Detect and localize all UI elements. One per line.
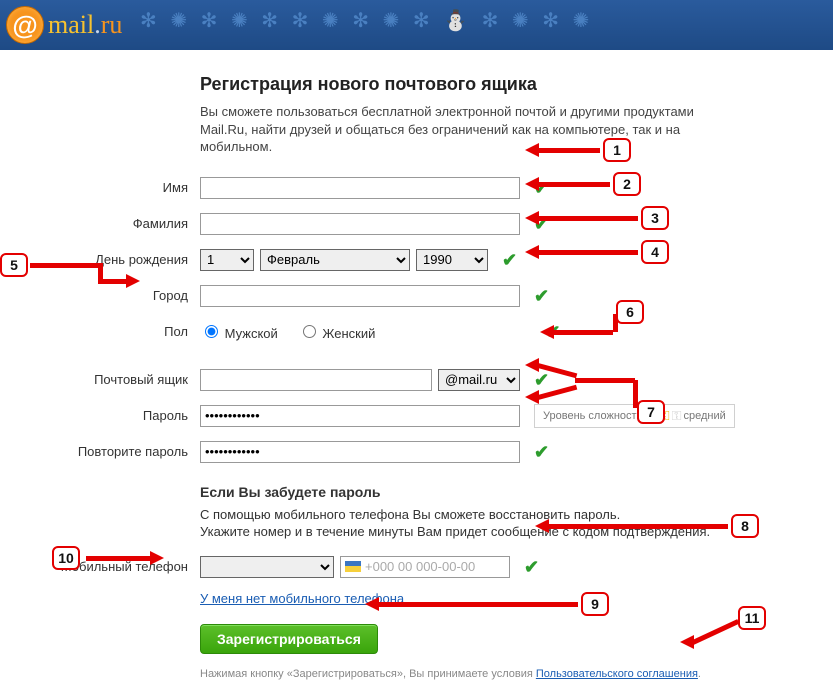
birthday-month-select[interactable]: Февраль: [260, 249, 410, 271]
check-icon: ✔: [534, 443, 549, 461]
check-icon: ✔: [545, 323, 560, 341]
row-birthday: День рождения 1 Февраль 1990 ✔: [30, 248, 803, 272]
page-intro: Вы сможете пользоваться бесплатной элект…: [200, 103, 720, 156]
row-password: Пароль Уровень сложности: ⚿ ⚿ ⚿ средний: [30, 404, 803, 428]
row-phone: Мобильный телефон +000 00 000-00-00 ✔: [30, 555, 803, 579]
agreement-footnote: Нажимая кнопку «Зарегистрироваться», Вы …: [200, 668, 803, 680]
row-city: Город ✔: [30, 284, 803, 308]
gender-female-option[interactable]: Женский: [298, 322, 376, 341]
key-icon: ⚿: [648, 408, 658, 424]
key-icon: ⚿: [660, 408, 670, 424]
at-sign-icon: @: [6, 6, 44, 44]
check-icon: ✔: [534, 179, 549, 197]
check-icon: ✔: [524, 558, 539, 576]
key-icon: ⚿: [672, 408, 682, 424]
mailbox-domain-select[interactable]: @mail.ru: [438, 369, 520, 391]
label-gender: Пол: [30, 324, 200, 339]
logo[interactable]: @ mail.ru: [6, 6, 122, 44]
city-input[interactable]: [200, 285, 520, 307]
annotation-5: 5: [0, 253, 28, 277]
label-city: Город: [30, 288, 200, 303]
forgot-password-desc: С помощью мобильного телефона Вы сможете…: [200, 506, 740, 541]
check-icon: ✔: [534, 215, 549, 233]
check-icon: ✔: [502, 251, 517, 269]
password-input[interactable]: [200, 405, 520, 427]
label-birthday: День рождения: [30, 252, 200, 267]
forgot-password-title: Если Вы забудете пароль: [200, 484, 803, 500]
row-gender: Пол Мужской Женский ✔: [30, 320, 803, 344]
row-surname: Фамилия ✔: [30, 212, 803, 236]
registration-form: Регистрация нового почтового ящика Вы см…: [0, 50, 833, 700]
gender-male-radio[interactable]: [205, 325, 218, 338]
phone-country-select[interactable]: [200, 556, 334, 578]
password-strength: Уровень сложности: ⚿ ⚿ ⚿ средний: [534, 404, 735, 428]
name-input[interactable]: [200, 177, 520, 199]
gender-female-radio[interactable]: [303, 325, 316, 338]
birthday-year-select[interactable]: 1990: [416, 249, 488, 271]
submit-button[interactable]: Зарегистрироваться: [200, 624, 378, 654]
mailbox-input[interactable]: [200, 369, 432, 391]
logo-text: mail.ru: [48, 10, 122, 40]
surname-input[interactable]: [200, 213, 520, 235]
row-password-repeat: Повторите пароль ✔: [30, 440, 803, 464]
app-header: @ mail.ru: [0, 0, 833, 50]
row-mailbox: Почтовый ящик @mail.ru ✔: [30, 368, 803, 392]
label-password: Пароль: [30, 408, 200, 423]
ukraine-flag-icon: [345, 561, 361, 572]
label-password-repeat: Повторите пароль: [30, 444, 200, 459]
annotation-11: 11: [738, 606, 766, 630]
label-surname: Фамилия: [30, 216, 200, 231]
page-title: Регистрация нового почтового ящика: [200, 74, 803, 95]
label-phone: Мобильный телефон: [30, 559, 200, 574]
password-repeat-input[interactable]: [200, 441, 520, 463]
row-name: Имя ✔: [30, 176, 803, 200]
birthday-day-select[interactable]: 1: [200, 249, 254, 271]
no-phone-link[interactable]: У меня нет мобильного телефона: [200, 591, 404, 606]
label-mailbox: Почтовый ящик: [30, 372, 200, 387]
check-icon: ✔: [534, 371, 549, 389]
gender-male-option[interactable]: Мужской: [200, 322, 278, 341]
user-agreement-link[interactable]: Пользовательского соглашения: [536, 668, 698, 680]
check-icon: ✔: [534, 287, 549, 305]
phone-number-input[interactable]: +000 00 000-00-00: [340, 556, 510, 578]
label-name: Имя: [30, 180, 200, 195]
